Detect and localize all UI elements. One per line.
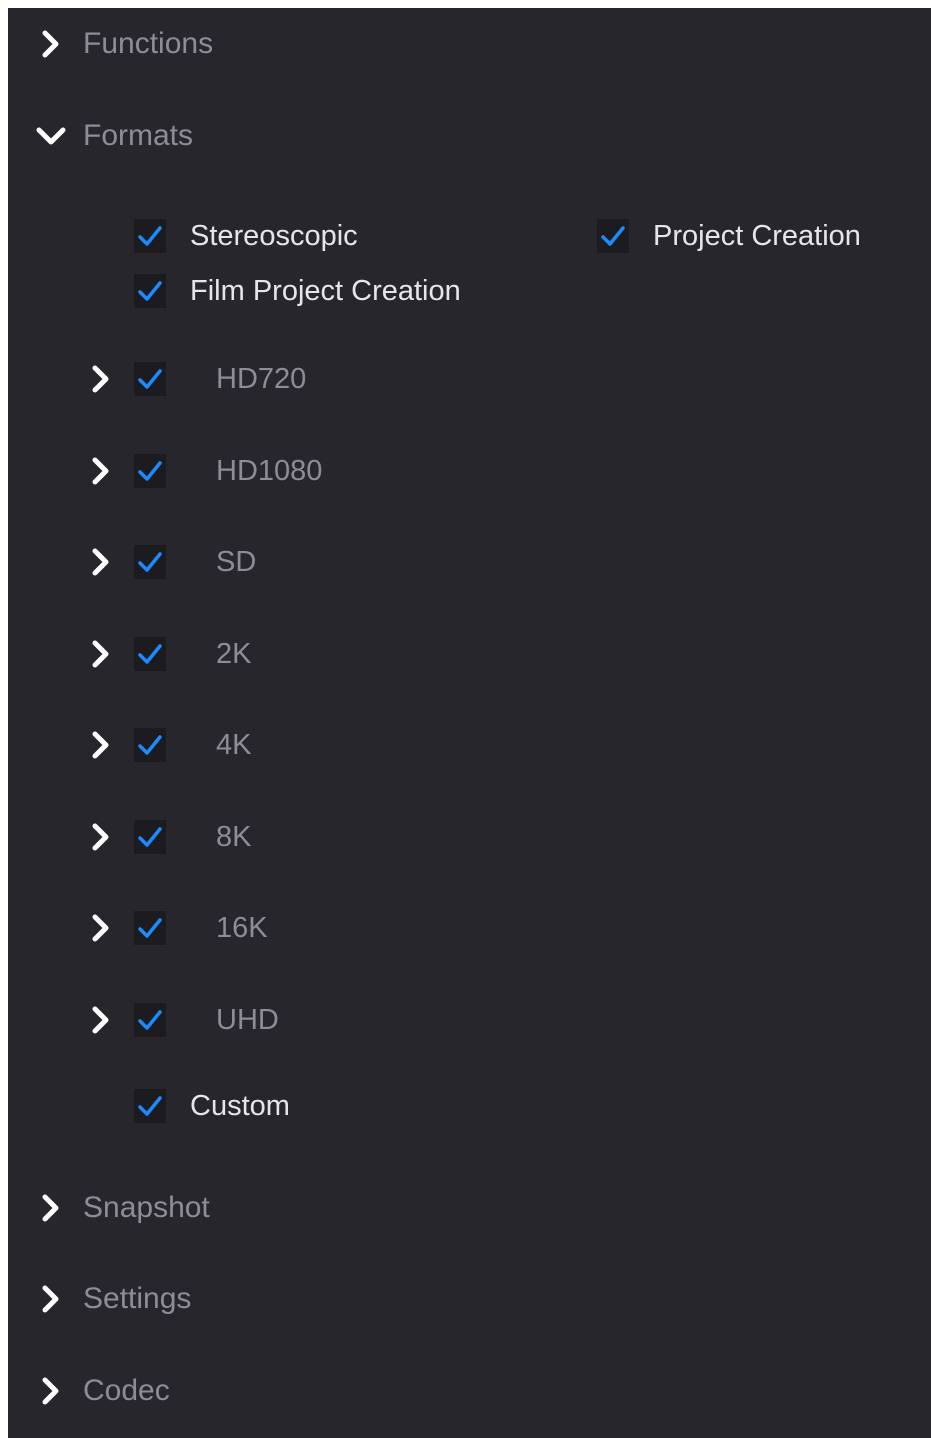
checkmark-icon: [138, 644, 162, 664]
checkbox-8k[interactable]: [134, 820, 166, 854]
checkbox-hd1080[interactable]: [134, 454, 166, 488]
section-functions-header[interactable]: Functions: [8, 14, 931, 74]
checkmark-icon: [138, 226, 162, 246]
format-group-4k[interactable]: 4K: [86, 720, 486, 770]
checkmark-icon: [601, 226, 625, 246]
option-film-project-creation-label: Film Project Creation: [190, 275, 461, 307]
option-stereoscopic-label: Stereoscopic: [190, 220, 358, 252]
chevron-right-icon[interactable]: [86, 822, 116, 852]
format-group-2k[interactable]: 2K: [86, 629, 486, 679]
section-formats-header[interactable]: Formats: [8, 106, 931, 166]
checkbox-film-project-creation[interactable]: [134, 274, 166, 308]
format-group-8k[interactable]: 8K: [86, 812, 486, 862]
format-group-16k-label: 16K: [216, 912, 268, 944]
option-custom-label: Custom: [190, 1090, 290, 1122]
chevron-right-icon[interactable]: [86, 730, 116, 760]
checkmark-icon: [138, 918, 162, 938]
checkbox-16k[interactable]: [134, 911, 166, 945]
chevron-right-icon[interactable]: [86, 639, 116, 669]
checkbox-4k[interactable]: [134, 728, 166, 762]
sidebar-panel: Functions Formats Stereoscopic Project C…: [8, 8, 931, 1438]
checkmark-icon: [138, 1010, 162, 1030]
format-group-uhd-label: UHD: [216, 1004, 279, 1036]
checkmark-icon: [138, 552, 162, 572]
section-settings-label: Settings: [83, 1282, 192, 1315]
option-project-creation-label: Project Creation: [653, 220, 861, 252]
format-group-16k[interactable]: 16K: [86, 903, 486, 953]
format-group-sd[interactable]: SD: [86, 537, 486, 587]
chevron-right-icon: [42, 30, 59, 58]
checkmark-icon: [138, 827, 162, 847]
checkmark-icon: [138, 735, 162, 755]
format-group-sd-label: SD: [216, 546, 257, 578]
chevron-right-icon[interactable]: [86, 547, 116, 577]
section-settings-header[interactable]: Settings: [8, 1269, 931, 1329]
chevron-right-icon: [42, 1377, 59, 1405]
format-group-uhd[interactable]: UHD: [86, 995, 486, 1045]
format-group-hd720[interactable]: HD720: [86, 354, 486, 404]
checkmark-icon: [138, 369, 162, 389]
section-codec-header[interactable]: Codec: [8, 1361, 931, 1421]
checkbox-sd[interactable]: [134, 545, 166, 579]
section-functions-label: Functions: [83, 27, 214, 60]
section-snapshot-header[interactable]: Snapshot: [8, 1178, 931, 1238]
checkbox-2k[interactable]: [134, 637, 166, 671]
checkmark-icon: [138, 1096, 162, 1116]
checkmark-icon: [138, 281, 162, 301]
chevron-right-icon: [42, 1285, 59, 1313]
option-custom[interactable]: Custom: [134, 1081, 434, 1131]
option-film-project-creation[interactable]: Film Project Creation: [134, 266, 554, 316]
chevron-right-icon: [42, 1194, 59, 1222]
chevron-right-icon[interactable]: [86, 1005, 116, 1035]
section-snapshot-label: Snapshot: [83, 1191, 210, 1224]
format-group-hd1080-label: HD1080: [216, 455, 323, 487]
format-group-8k-label: 8K: [216, 821, 252, 853]
checkmark-icon: [138, 461, 162, 481]
option-project-creation[interactable]: Project Creation: [597, 211, 927, 261]
format-group-4k-label: 4K: [216, 729, 252, 761]
checkbox-project-creation[interactable]: [597, 219, 629, 253]
checkbox-stereoscopic[interactable]: [134, 219, 166, 253]
format-group-hd720-label: HD720: [216, 363, 307, 395]
checkbox-hd720[interactable]: [134, 362, 166, 396]
chevron-right-icon[interactable]: [86, 913, 116, 943]
format-group-2k-label: 2K: [216, 638, 252, 670]
checkbox-uhd[interactable]: [134, 1003, 166, 1037]
format-group-hd1080[interactable]: HD1080: [86, 446, 486, 496]
chevron-right-icon[interactable]: [86, 364, 116, 394]
option-stereoscopic[interactable]: Stereoscopic: [134, 211, 514, 261]
chevron-right-icon[interactable]: [86, 456, 116, 486]
chevron-down-icon: [36, 127, 66, 145]
section-formats-label: Formats: [83, 119, 194, 152]
checkbox-custom[interactable]: [134, 1089, 166, 1123]
section-codec-label: Codec: [83, 1374, 170, 1407]
